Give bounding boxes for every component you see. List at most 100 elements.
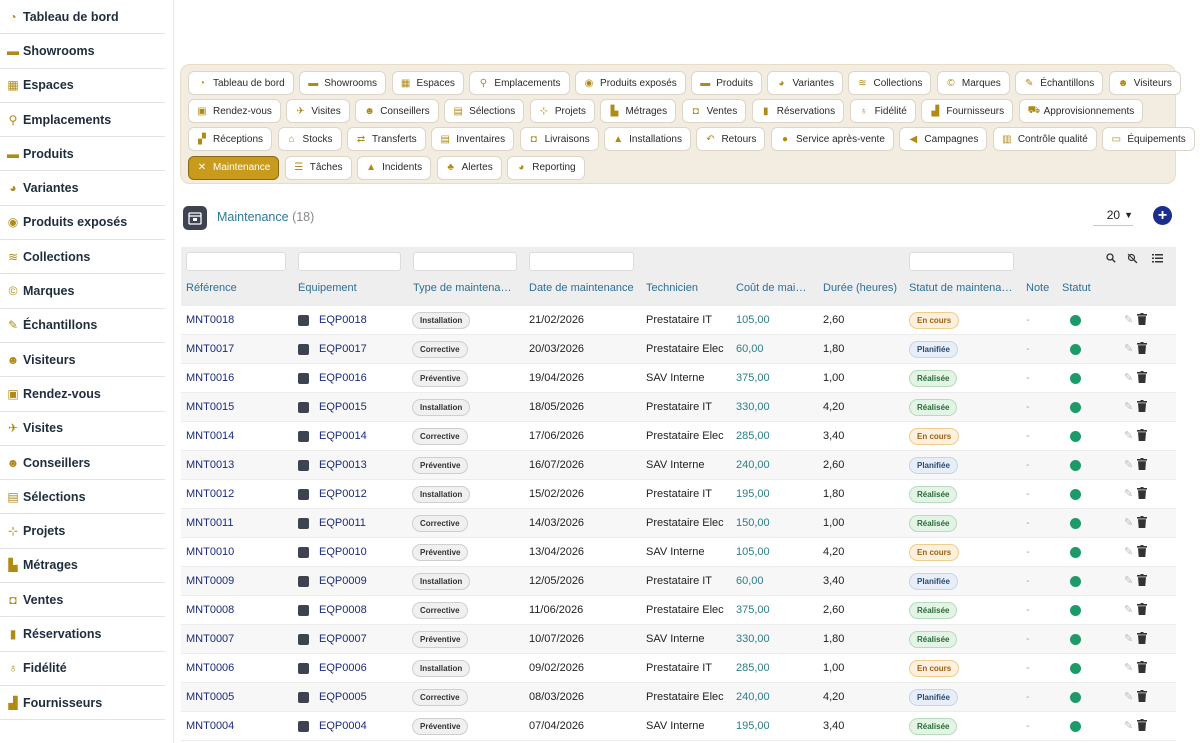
- filter-statut-maintenance-input[interactable]: [909, 252, 1014, 271]
- tab-m-trages[interactable]: ▙ Métrages: [600, 99, 677, 124]
- table-row[interactable]: MNT0004 EQP0004 Préventive 07/04/2026 SAV In…: [181, 712, 1176, 741]
- filter-type-input[interactable]: [413, 252, 517, 271]
- edit-icon[interactable]: ✎: [1124, 487, 1133, 500]
- trash-icon[interactable]: [1137, 400, 1149, 413]
- sidebar-item-visites[interactable]: ✈ Visites: [0, 412, 165, 446]
- column-header[interactable]: Durée (heures): [823, 282, 897, 294]
- table-row[interactable]: MNT0010 EQP0010 Préventive 13/04/2026 SAV In…: [181, 538, 1176, 567]
- equipment-link[interactable]: EQP0013: [319, 459, 367, 471]
- table-row[interactable]: MNT0011 EQP0011 Corrective 14/03/2026 Presta…: [181, 509, 1176, 538]
- tab-variantes[interactable]: ◕ Variantes: [767, 71, 843, 95]
- tab-ventes[interactable]: ◘ Ventes: [681, 99, 747, 124]
- sidebar-item-r-servations[interactable]: ▮ Réservations: [0, 617, 165, 652]
- equipment-link[interactable]: EQP0018: [319, 314, 367, 326]
- edit-icon[interactable]: ✎: [1124, 603, 1133, 616]
- tab-maintenance[interactable]: ✕ Maintenance: [188, 155, 280, 180]
- sidebar-item-produits[interactable]: ▬ Produits: [0, 137, 165, 172]
- tab-r-servations[interactable]: ▮ Réservations: [751, 99, 845, 124]
- table-row[interactable]: MNT0008 EQP0008 Corrective 11/06/2026 Presta…: [181, 596, 1176, 625]
- column-header[interactable]: Note: [1026, 282, 1049, 294]
- reference-link[interactable]: MNT0010: [186, 546, 234, 558]
- tab-r-ceptions[interactable]: ▞ Réceptions: [188, 127, 273, 152]
- add-record-button[interactable]: +: [1153, 206, 1172, 225]
- reference-link[interactable]: MNT0016: [186, 372, 234, 384]
- reference-link[interactable]: MNT0014: [186, 430, 234, 442]
- edit-icon[interactable]: ✎: [1124, 719, 1133, 732]
- tab-fid-lit-[interactable]: ♁ Fidélité: [849, 99, 916, 124]
- equipment-link[interactable]: EQP0011: [319, 517, 366, 529]
- edit-icon[interactable]: ✎: [1124, 545, 1133, 558]
- edit-icon[interactable]: ✎: [1124, 400, 1133, 413]
- reference-link[interactable]: MNT0007: [186, 633, 234, 645]
- reference-link[interactable]: MNT0018: [186, 314, 234, 326]
- sidebar-item-projets[interactable]: ⊹ Projets: [0, 514, 165, 549]
- equipment-link[interactable]: EQP0016: [319, 372, 367, 384]
- reference-link[interactable]: MNT0008: [186, 604, 234, 616]
- table-row[interactable]: MNT0009 EQP0009 Installation 12/05/2026 Pres…: [181, 567, 1176, 596]
- column-header[interactable]: Type de maintenance: [413, 282, 513, 294]
- tab-installations[interactable]: ▲ Installations: [604, 127, 691, 152]
- tab-inventaires[interactable]: ▤ Inventaires: [431, 127, 515, 152]
- reference-link[interactable]: MNT0011: [186, 517, 233, 529]
- trash-icon[interactable]: [1137, 487, 1149, 500]
- equipment-link[interactable]: EQP0008: [319, 604, 367, 616]
- edit-icon[interactable]: ✎: [1124, 690, 1133, 703]
- trash-icon[interactable]: [1137, 371, 1149, 384]
- edit-icon[interactable]: ✎: [1124, 661, 1133, 674]
- per-page-select[interactable]: 20 ▼: [1093, 206, 1133, 226]
- clear-filter-icon[interactable]: [1127, 253, 1138, 267]
- column-header[interactable]: Date de maintenance: [529, 282, 634, 294]
- sidebar-item--chantillons[interactable]: ✎ Échantillons: [0, 309, 165, 343]
- table-row[interactable]: MNT0007 EQP0007 Préventive 10/07/2026 SAV In…: [181, 625, 1176, 654]
- sidebar-item-rendez-vous[interactable]: ▣ Rendez-vous: [0, 377, 165, 412]
- edit-icon[interactable]: ✎: [1124, 458, 1133, 471]
- sidebar-item-visiteurs[interactable]: ☻ Visiteurs: [0, 343, 165, 378]
- filter-date-input[interactable]: [529, 252, 634, 271]
- column-header[interactable]: Statut: [1062, 282, 1091, 294]
- tab-projets[interactable]: ⊹ Projets: [529, 99, 595, 124]
- trash-icon[interactable]: [1137, 661, 1149, 674]
- column-header[interactable]: Référence: [186, 282, 237, 294]
- table-row[interactable]: MNT0015 EQP0015 Installation 18/05/2026 Pres…: [181, 393, 1176, 422]
- table-row[interactable]: MNT0013 EQP0013 Préventive 16/07/2026 SAV In…: [181, 451, 1176, 480]
- table-row[interactable]: MNT0017 EQP0017 Corrective 20/03/2026 Presta…: [181, 335, 1176, 364]
- tab-service-apr-s-vente[interactable]: ● Service après-vente: [770, 127, 894, 152]
- tab-retours[interactable]: ↶ Retours: [696, 127, 766, 152]
- reference-link[interactable]: MNT0006: [186, 662, 234, 674]
- search-icon[interactable]: [1106, 253, 1116, 266]
- edit-icon[interactable]: ✎: [1124, 516, 1133, 529]
- tab-emplacements[interactable]: ⚲ Emplacements: [469, 71, 570, 95]
- tab-t-ches[interactable]: ☰ Tâches: [284, 155, 352, 180]
- table-row[interactable]: MNT0014 EQP0014 Corrective 17/06/2026 Presta…: [181, 422, 1176, 451]
- sidebar-item-emplacements[interactable]: ⚲ Emplacements: [0, 103, 165, 138]
- table-row[interactable]: MNT0005 EQP0005 Corrective 08/03/2026 Presta…: [181, 683, 1176, 712]
- reference-link[interactable]: MNT0004: [186, 720, 234, 732]
- tab-visites[interactable]: ✈ Visites: [286, 99, 350, 124]
- filter-equipement-input[interactable]: [298, 252, 401, 271]
- tab-stocks[interactable]: ⌂ Stocks: [277, 127, 342, 152]
- sidebar-item-conseillers[interactable]: ☻ Conseillers: [0, 446, 165, 481]
- tab-reporting[interactable]: ◕ Reporting: [507, 155, 585, 180]
- sidebar-item-fid-lit-[interactable]: ♁ Fidélité: [0, 652, 165, 686]
- tab-livraisons[interactable]: ◘ Livraisons: [519, 127, 599, 152]
- filter-reference-input[interactable]: [186, 252, 286, 271]
- tab-rendez-vous[interactable]: ▣ Rendez-vous: [188, 99, 281, 124]
- tab-showrooms[interactable]: ▬ Showrooms: [299, 71, 387, 95]
- list-view-icon[interactable]: [1152, 253, 1163, 266]
- table-row[interactable]: MNT0016 EQP0016 Préventive 19/04/2026 SAV In…: [181, 364, 1176, 393]
- trash-icon[interactable]: [1137, 429, 1149, 442]
- column-header[interactable]: Statut de maintenance: [909, 282, 1014, 294]
- sidebar-item-ventes[interactable]: ◘ Ventes: [0, 583, 165, 618]
- equipment-link[interactable]: EQP0005: [319, 691, 367, 703]
- trash-icon[interactable]: [1137, 313, 1149, 326]
- table-row[interactable]: MNT0006 EQP0006 Installation 09/02/2026 Pres…: [181, 654, 1176, 683]
- sidebar-item-produits-expos-s[interactable]: ◉ Produits exposés: [0, 206, 165, 241]
- reference-link[interactable]: MNT0015: [186, 401, 234, 413]
- tab-marques[interactable]: © Marques: [936, 71, 1010, 95]
- tab-tableau-de-bord[interactable]: ◔ Tableau de bord: [188, 71, 294, 95]
- sidebar-item-showrooms[interactable]: ▬ Showrooms: [0, 34, 165, 69]
- reference-link[interactable]: MNT0005: [186, 691, 234, 703]
- tab-campagnes[interactable]: ◀ Campagnes: [899, 127, 988, 152]
- tab-produits[interactable]: ▬ Produits: [691, 71, 762, 95]
- reference-link[interactable]: MNT0017: [186, 343, 234, 355]
